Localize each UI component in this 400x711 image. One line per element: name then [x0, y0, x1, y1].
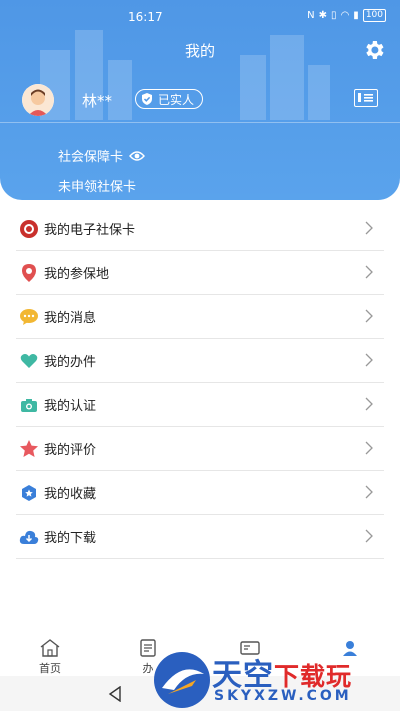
chevron-right-icon: [365, 397, 373, 411]
location-pin-icon: [19, 263, 39, 283]
menu-label: 我的认证: [44, 399, 97, 414]
profile-header: 16:17 N ✱ ▯ ◠ ▮ 100 我的 林** 已实人 社会保障卡 未申领…: [0, 0, 400, 200]
menu-item-downloads[interactable]: 我的下载: [16, 515, 384, 559]
watermark-accent: 下载玩: [274, 662, 353, 691]
battery-icon: 100: [362, 9, 386, 22]
chevron-right-icon: [365, 309, 373, 323]
status-time: 16:17: [128, 10, 163, 24]
star-icon: [19, 439, 39, 459]
id-card-lines: [358, 93, 373, 102]
chevron-right-icon: [365, 441, 373, 455]
id-card-icon[interactable]: [354, 89, 378, 107]
menu-label: 我的收藏: [44, 487, 97, 502]
menu-item-insured-location[interactable]: 我的参保地: [16, 251, 384, 295]
menu-item-e-ss-card[interactable]: 我的电子社保卡: [16, 207, 384, 251]
camera-icon: [19, 395, 39, 415]
cloud-download-icon: [19, 527, 39, 547]
chevron-right-icon: [365, 353, 373, 367]
heart-icon: [19, 351, 39, 371]
chevron-right-icon: [365, 265, 373, 279]
nav-home-label: 首页: [39, 662, 61, 675]
menu-label: 我的下载: [44, 531, 97, 546]
social-card-label: 社会保障卡: [58, 150, 124, 165]
chevron-right-icon: [365, 529, 373, 543]
menu-item-my-cases[interactable]: 我的办件: [16, 339, 384, 383]
social-card-status: 未申领社保卡: [58, 180, 137, 195]
user-name: 林**: [82, 92, 113, 110]
message-icon: [19, 307, 39, 327]
header-divider: [0, 122, 400, 123]
status-bar: 16:17 N ✱ ▯ ◠ ▮ 100: [0, 8, 400, 28]
avatar-image: [22, 84, 54, 116]
back-triangle-icon[interactable]: [108, 686, 122, 702]
social-security-card-row[interactable]: 社会保障卡: [58, 146, 145, 165]
avatar[interactable]: [22, 84, 54, 116]
watermark-logo: 天空下载玩 SKYXZW.COM: [152, 648, 400, 711]
gear-icon[interactable]: [362, 38, 386, 62]
vibrate-icon: ▯: [331, 10, 337, 21]
verified-label: 已实人: [158, 92, 195, 107]
signal-icon: ▮: [353, 10, 359, 21]
menu-label: 我的消息: [44, 311, 97, 326]
menu-list: 我的电子社保卡 我的参保地 我的消息 我的办件 我的认证 我的评价 我的收藏 我…: [16, 207, 384, 559]
bluetooth-icon: ✱: [318, 10, 328, 21]
menu-label: 我的评价: [44, 443, 97, 458]
bookmark-icon: [19, 483, 39, 503]
home-icon: [40, 639, 60, 657]
menu-item-messages[interactable]: 我的消息: [16, 295, 384, 339]
menu-item-authentication[interactable]: 我的认证: [16, 383, 384, 427]
chevron-right-icon: [365, 485, 373, 499]
watermark-sub: SKYXZW.COM: [214, 688, 352, 704]
wifi-icon: ◠: [340, 10, 350, 21]
nfc-icon: N: [307, 10, 315, 21]
nav-home[interactable]: 首页: [20, 638, 80, 676]
eye-icon[interactable]: [129, 150, 145, 162]
verified-badge: 已实人: [135, 89, 204, 109]
menu-item-reviews[interactable]: 我的评价: [16, 427, 384, 471]
ss-card-icon: [19, 219, 39, 239]
menu-label: 我的参保地: [44, 267, 110, 282]
shield-check-icon: [142, 93, 152, 105]
menu-label: 我的办件: [44, 355, 97, 370]
watermark-emblem-icon: [154, 652, 210, 708]
menu-label: 我的电子社保卡: [44, 223, 136, 238]
status-icons: N ✱ ▯ ◠ ▮ 100: [307, 9, 386, 22]
page-title: 我的: [184, 42, 215, 60]
chevron-right-icon: [365, 221, 373, 235]
menu-item-favorites[interactable]: 我的收藏: [16, 471, 384, 515]
